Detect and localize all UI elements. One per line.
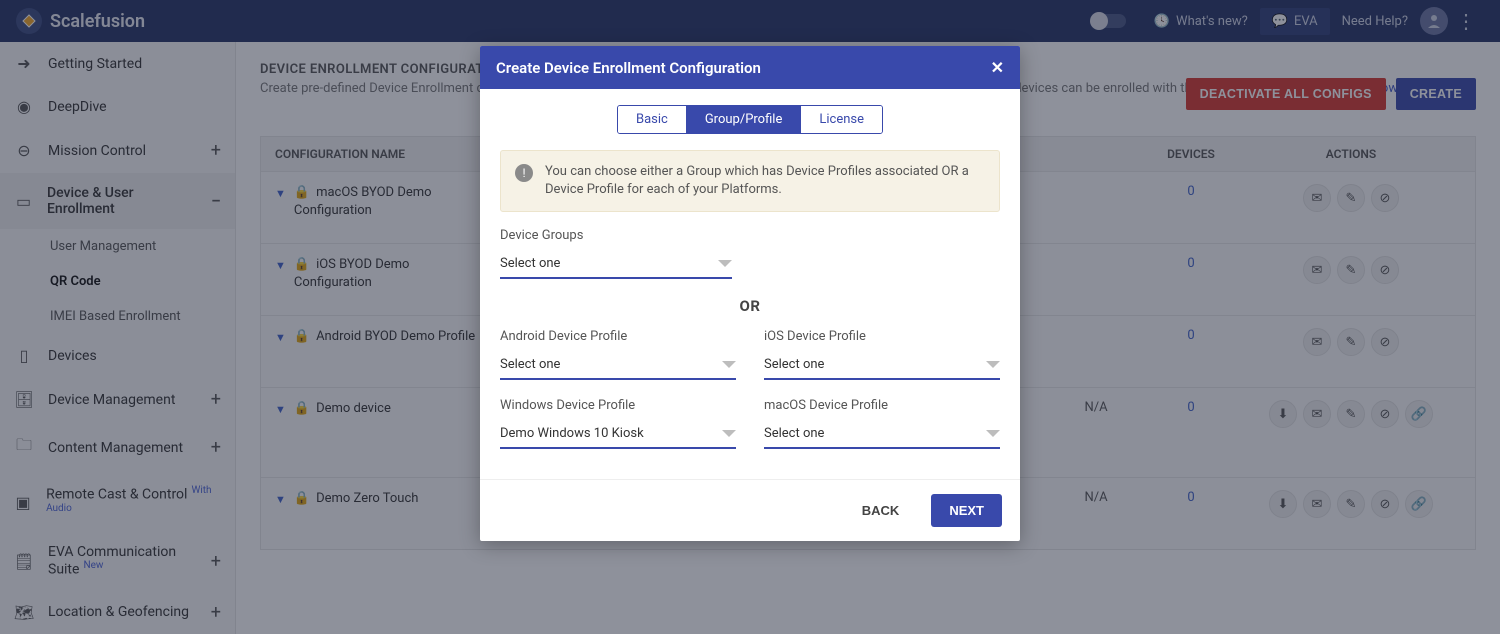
ios-profile-select[interactable]: Select one (764, 350, 1000, 380)
windows-profile-select[interactable]: Demo Windows 10 Kiosk (500, 419, 736, 449)
info-icon: ! (515, 164, 533, 182)
ios-profile-label: iOS Device Profile (764, 329, 1000, 344)
chevron-down-icon (986, 430, 1000, 437)
tab-basic[interactable]: Basic (618, 106, 686, 133)
macos-profile-value: Select one (764, 426, 824, 441)
modal-close-icon[interactable]: ✕ (991, 58, 1004, 77)
chevron-down-icon (986, 361, 1000, 368)
device-groups-value: Select one (500, 256, 560, 271)
info-banner: ! You can choose either a Group which ha… (500, 150, 1000, 212)
modal-title: Create Device Enrollment Configuration (496, 59, 761, 77)
ios-profile-value: Select one (764, 357, 824, 372)
or-divider: OR (500, 297, 1000, 315)
chevron-down-icon (718, 260, 732, 267)
chevron-down-icon (722, 361, 736, 368)
tab-group-profile[interactable]: Group/Profile (686, 106, 801, 133)
device-groups-label: Device Groups (500, 228, 1000, 243)
windows-profile-value: Demo Windows 10 Kiosk (500, 426, 644, 441)
android-profile-value: Select one (500, 357, 560, 372)
macos-profile-label: macOS Device Profile (764, 398, 1000, 413)
next-button[interactable]: NEXT (931, 494, 1002, 527)
chevron-down-icon (722, 430, 736, 437)
macos-profile-select[interactable]: Select one (764, 419, 1000, 449)
android-profile-select[interactable]: Select one (500, 350, 736, 380)
step-tabs: Basic Group/Profile License (617, 105, 883, 134)
android-profile-label: Android Device Profile (500, 329, 736, 344)
tab-license[interactable]: License (800, 106, 882, 133)
device-groups-select[interactable]: Select one (500, 249, 732, 279)
info-text: You can choose either a Group which has … (545, 163, 985, 199)
back-button[interactable]: BACK (844, 494, 918, 527)
windows-profile-label: Windows Device Profile (500, 398, 736, 413)
create-config-modal: Create Device Enrollment Configuration ✕… (480, 46, 1020, 541)
